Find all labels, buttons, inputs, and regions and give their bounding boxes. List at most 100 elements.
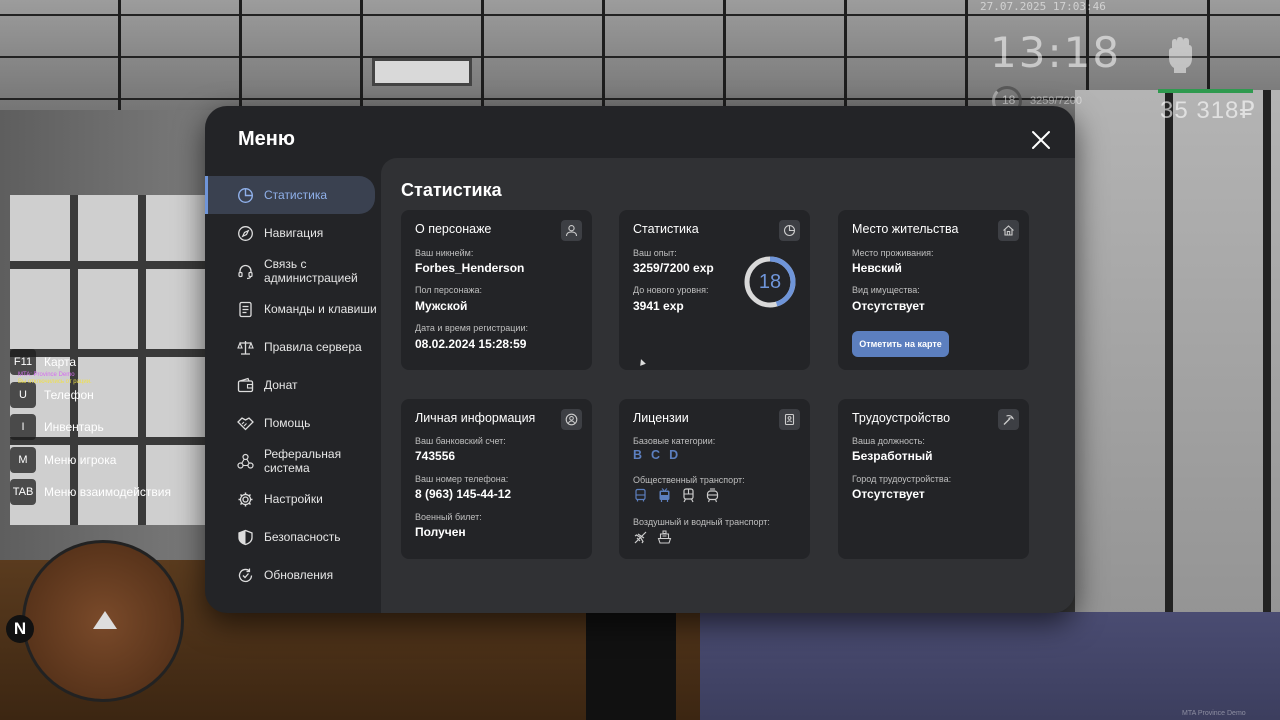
north-indicator: N: [6, 615, 34, 643]
license-category: C: [651, 448, 661, 462]
position-label: Ваша должность:: [852, 436, 925, 446]
sidebar-item-label: Статистика: [264, 188, 328, 202]
gender-value: Мужской: [415, 299, 468, 313]
sidebar-item-label: Навигация: [264, 226, 324, 240]
shortcut-inventory: I Инвентарь: [10, 411, 171, 444]
sidebar-item-rules[interactable]: Правила сервера: [205, 328, 381, 366]
sidebar-item-label: Безопасность: [264, 530, 341, 544]
hud-money: 35 318₽: [1160, 97, 1256, 124]
property-value: Отсутствует: [852, 299, 925, 313]
card-personal-info: Личная информация Ваш банковский счет: 7…: [401, 399, 592, 559]
pie-chart-icon: [779, 220, 800, 241]
card-title: Место жительства: [852, 222, 959, 236]
license-categories: B C D: [633, 448, 678, 462]
shortcut-interaction-menu: TAB Меню взаимодействия: [10, 476, 171, 509]
shortcut-label: Меню игрока: [44, 452, 117, 467]
license-category: D: [669, 448, 679, 462]
bank-label: Ваш банковский счет:: [415, 436, 506, 446]
military-label: Военный билет:: [415, 512, 482, 522]
license-category: B: [633, 448, 643, 462]
health-bar: [1158, 89, 1253, 93]
base-categories-label: Базовые категории:: [633, 436, 716, 446]
chat-line: MTA: Province Demo: [18, 372, 75, 378]
shortcut-label: Карта: [44, 355, 77, 370]
shield-icon: [237, 529, 254, 546]
compass-icon: [237, 225, 254, 242]
residence-place-label: Место проживания:: [852, 248, 934, 258]
id-card-icon: [779, 409, 800, 430]
gender-label: Пол персонажа:: [415, 285, 483, 295]
shortcut-label: Телефон: [44, 387, 94, 402]
nickname-label: Ваш никнейм:: [415, 248, 474, 258]
sidebar-item-label: Правила сервера: [264, 340, 362, 354]
hud-level: 18: [1002, 93, 1016, 107]
card-residence: Место жительства Место проживания: Невск…: [838, 210, 1029, 370]
next-level-label: До нового уровня:: [633, 285, 709, 295]
menu-sidebar: Статистика Навигация Связь с администрац…: [205, 176, 381, 594]
scales-icon: [237, 339, 254, 356]
sidebar-item-commands[interactable]: Команды и клавиши: [205, 290, 381, 328]
sidebar-item-security[interactable]: Безопасность: [205, 518, 381, 556]
train-icon: [681, 488, 696, 503]
referral-icon: [237, 453, 254, 470]
sidebar-item-navigation[interactable]: Навигация: [205, 214, 381, 252]
document-icon: [237, 301, 254, 318]
card-title: Статистика: [633, 222, 699, 236]
mark-on-map-button[interactable]: Отметить на карте: [852, 331, 949, 357]
phone-value: 8 (963) 145-44-12: [415, 487, 512, 501]
house-icon: [998, 220, 1019, 241]
user-circle-icon: [561, 409, 582, 430]
sidebar-item-label: Помощь: [264, 416, 311, 430]
shortcut-label: Инвентарь: [44, 420, 104, 435]
sidebar-item-settings[interactable]: Настройки: [205, 480, 381, 518]
next-level-value: 3941 exp: [633, 299, 684, 313]
sidebar-item-label: Реферальная система: [264, 447, 342, 475]
content-area: Статистика О персонаже Ваш никнейм: Forb…: [381, 158, 1075, 613]
carpet-floor: [700, 612, 1280, 720]
wallet-icon: [237, 377, 254, 394]
card-statistics: Статистика Ваш опыт: 3259/7200 exp До но…: [619, 210, 810, 370]
shortcut-key: U: [10, 381, 36, 408]
card-licenses: Лицензии Базовые категории: B C D Общест…: [619, 399, 810, 559]
sidebar-item-donate[interactable]: Донат: [205, 366, 381, 404]
phone-label: Ваш номер телефона:: [415, 474, 509, 484]
card-title: О персонаже: [415, 222, 492, 236]
gear-icon: [237, 491, 254, 508]
property-label: Вид имущества:: [852, 285, 920, 295]
card-title: Лицензии: [633, 411, 689, 425]
page-title: Статистика: [401, 180, 502, 200]
shortcut-key: I: [10, 414, 36, 441]
handshake-icon: [237, 415, 254, 432]
sidebar-item-help[interactable]: Помощь: [205, 404, 381, 442]
level-number: 18: [758, 270, 782, 293]
player-legs: [586, 612, 676, 720]
sidebar-item-label: Связь с администрацией: [264, 257, 358, 285]
bank-value: 743556: [415, 449, 456, 463]
menu-title: Меню: [238, 128, 295, 150]
sidebar-item-referral[interactable]: Реферальная система: [205, 442, 381, 480]
ceiling-lamp: [372, 58, 472, 86]
fist-icon: [1166, 36, 1196, 74]
registration-label: Дата и время регистрации:: [415, 323, 528, 333]
close-icon: [1032, 131, 1050, 149]
pie-chart-icon: [237, 187, 254, 204]
sidebar-item-label: Настройки: [264, 492, 323, 506]
registration-value: 08.02.2024 15:28:59: [415, 337, 527, 351]
sidebar-item-label: Команды и клавиши: [264, 302, 377, 316]
close-button[interactable]: [1029, 128, 1053, 152]
bus-icon: [633, 488, 648, 503]
user-icon: [561, 220, 582, 241]
sidebar-item-admin-contact[interactable]: Связь с администрацией: [205, 252, 381, 290]
update-icon: [237, 567, 254, 584]
chat-line: Вы отключились от рации.: [18, 379, 92, 385]
public-transport-icons: [633, 488, 720, 503]
employment-city-label: Город трудоустройства:: [852, 474, 952, 484]
pickaxe-icon: [998, 409, 1019, 430]
card-employment: Трудоустройство Ваша должность: Безработ…: [838, 399, 1029, 559]
sidebar-item-statistics[interactable]: Статистика: [205, 176, 375, 214]
military-value: Получен: [415, 525, 466, 539]
air-water-transport-icons: [633, 530, 672, 545]
employment-city-value: Отсутствует: [852, 487, 925, 501]
shortcut-player-menu: M Меню игрока: [10, 444, 171, 477]
sidebar-item-updates[interactable]: Обновления: [205, 556, 381, 594]
